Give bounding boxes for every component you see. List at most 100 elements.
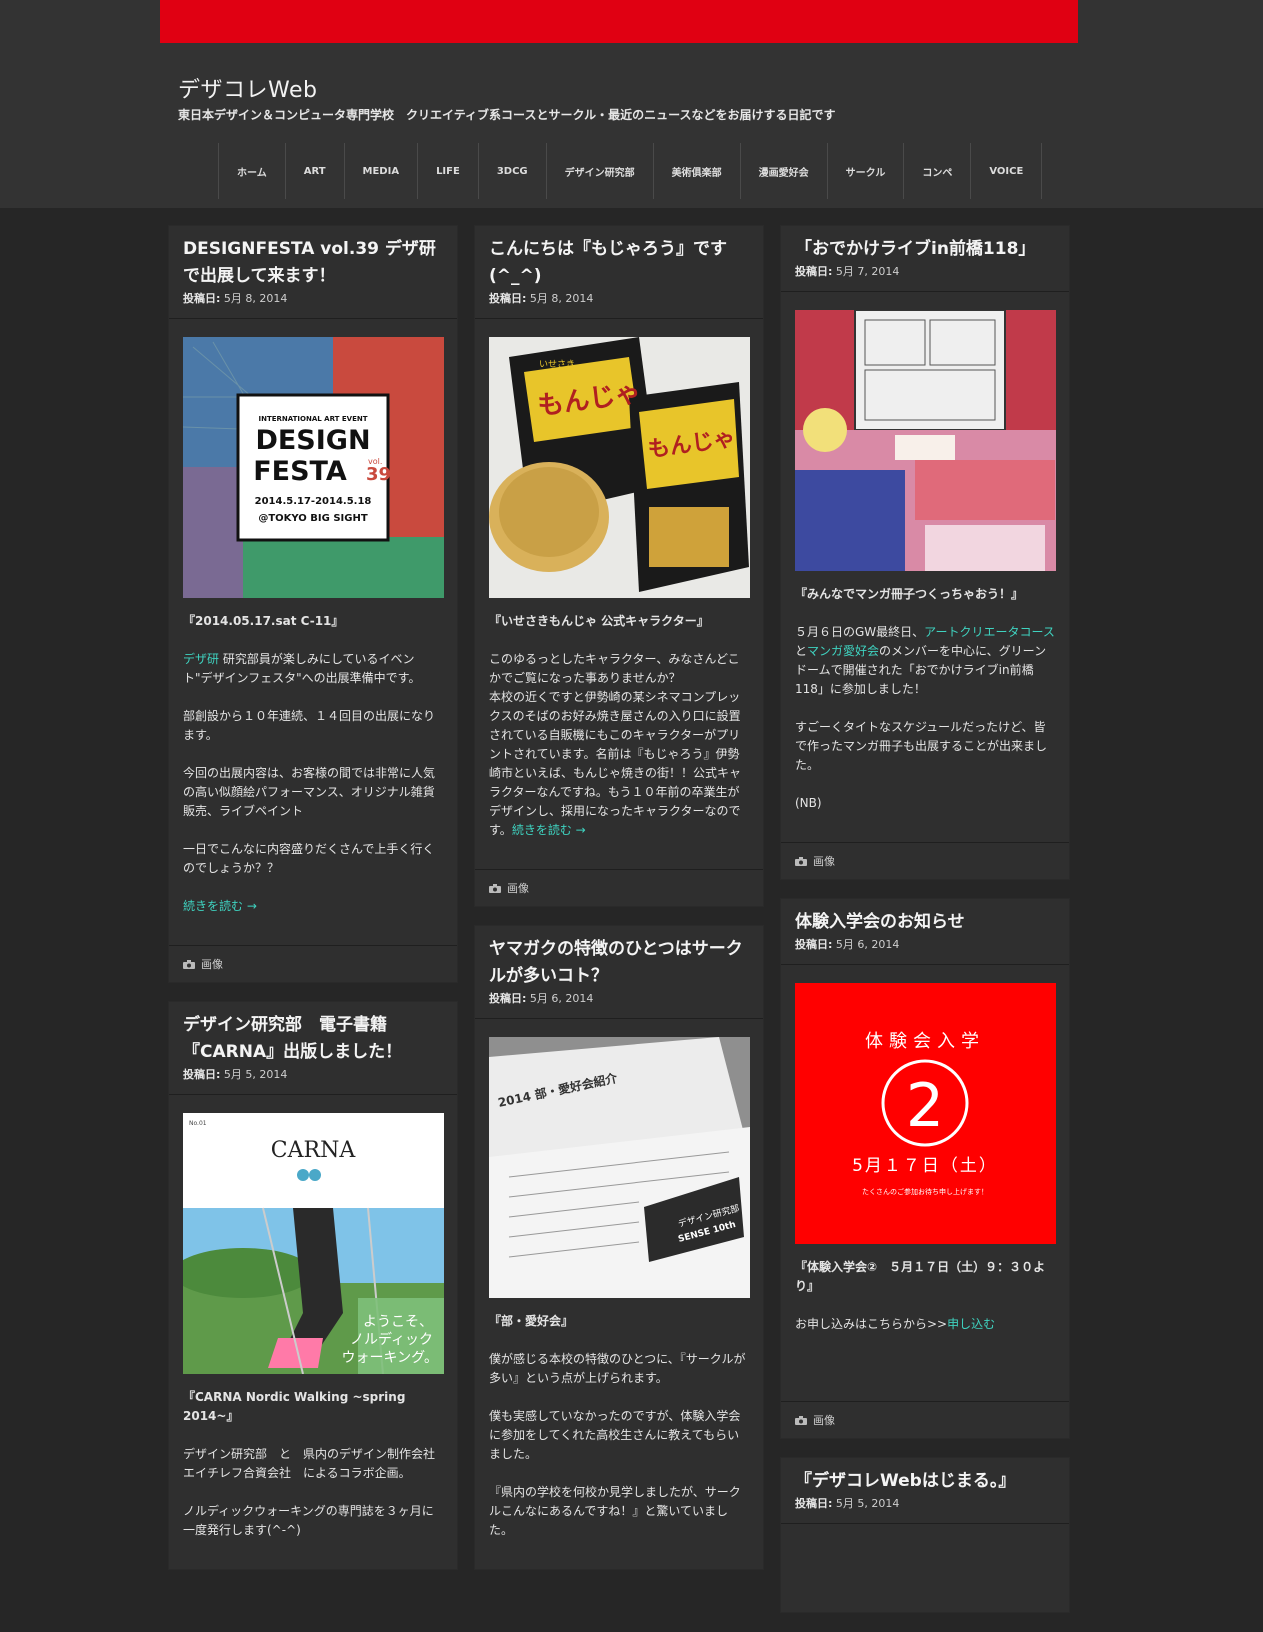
- post-card: こんにちは『もじゃろう』です(^_^) 投稿日: 5月 8, 2014 もんじゃ…: [475, 226, 763, 906]
- monja-package-image[interactable]: もんじゃ もんじゃ いせさき: [489, 337, 750, 598]
- site-description: 東日本デザイン＆コンピュータ専門学校 クリエイティブ系コースとサークル・最近のニ…: [178, 108, 836, 122]
- svg-text:2: 2: [906, 1071, 944, 1141]
- art-creator-course-link[interactable]: アートクリエータコース: [924, 625, 1055, 639]
- svg-text:ようこそ、: ようこそ、: [363, 1314, 433, 1330]
- nav-item-design-club[interactable]: デザイン研究部: [547, 143, 654, 199]
- post-paragraph: 『県内の学校を何校か見学しましたが、サークルこんなにあるんですね！』と驚いていま…: [489, 1485, 741, 1537]
- post-title[interactable]: 体験入学会のお知らせ: [795, 909, 1055, 936]
- svg-text:体験会入学: 体験会入学: [865, 1031, 985, 1052]
- camera-icon: [795, 856, 807, 866]
- post-paragraph: 僕が感じる本校の特徴のひとつに、『サークルが多い』という点が上げられます。: [489, 1352, 746, 1385]
- post-lead: 『CARNA Nordic Walking ~spring 2014~』: [183, 1390, 406, 1423]
- post-title[interactable]: 「おでかけライブin前橋118」: [795, 236, 1055, 263]
- post-card: 体験入学会のお知らせ 投稿日: 5月 6, 2014 体験会入学 2 5月１７日…: [781, 899, 1069, 1438]
- post-paragraph: すごーくタイトなスケジュールだったけど、皆で作ったマンガ冊子も出展することが出来…: [795, 720, 1048, 772]
- post-paragraph: デザ研 研究部員が楽しみにしているイベント"デザインフェスタ"への出展準備中です…: [183, 652, 421, 685]
- svg-text:いせさき: いせさき: [539, 359, 575, 370]
- nav-item-contest[interactable]: コンペ: [904, 143, 972, 199]
- nav-item-voice[interactable]: VOICE: [971, 143, 1043, 199]
- manga-club-link[interactable]: マンガ愛好会: [807, 644, 879, 658]
- svg-text:FESTA: FESTA: [253, 456, 347, 487]
- svg-text:たくさんのご参加お待ち申し上げます！: たくさんのご参加お待ち申し上げます！: [862, 1187, 988, 1196]
- nav-item-life[interactable]: LIFE: [418, 143, 479, 199]
- post-date: 投稿日: 5月 7, 2014: [795, 265, 900, 278]
- carna-cover-image[interactable]: CARNA No.01 ようこそ、 ノルディック ウォーキング。: [183, 1113, 444, 1374]
- post-paragraph: 今回の出展内容は、お客様の間では非常に人気の高い似顔絵パフォーマンス、オリジナル…: [183, 766, 436, 818]
- post-card: DESIGNFESTA vol.39 デザ研で出展して来ます！ 投稿日: 5月 …: [169, 226, 457, 982]
- post-title[interactable]: デザイン研究部 電子書籍『CARNA』出版しました！: [183, 1012, 443, 1066]
- post-date: 投稿日: 5月 5, 2014: [183, 1068, 288, 1081]
- post-format-footer: 画像: [169, 945, 457, 982]
- post-lead: 『部・愛好会』: [489, 1314, 574, 1328]
- apply-link[interactable]: 申し込む: [947, 1317, 995, 1331]
- design-club-link[interactable]: デザ研: [183, 652, 219, 666]
- camera-icon: [795, 1415, 807, 1425]
- post-date: 投稿日: 5月 5, 2014: [795, 1497, 900, 1510]
- post-card: 『デザコレWebはじまる。』 投稿日: 5月 5, 2014: [781, 1458, 1069, 1612]
- post-column-2: こんにちは『もじゃろう』です(^_^) 投稿日: 5月 8, 2014 もんじゃ…: [475, 226, 763, 1589]
- read-more-link[interactable]: 続きを読む →: [512, 823, 586, 837]
- main-navigation: ホーム ART MEDIA LIFE 3DCG デザイン研究部 美術俱楽部 漫画…: [218, 143, 1043, 199]
- nav-item-art[interactable]: ART: [286, 143, 345, 199]
- nav-item-manga-club[interactable]: 漫画愛好会: [741, 143, 828, 199]
- svg-text:2014.5.17-2014.5.18: 2014.5.17-2014.5.18: [255, 496, 372, 507]
- post-column-1: DESIGNFESTA vol.39 デザ研で出展して来ます！ 投稿日: 5月 …: [169, 226, 457, 1589]
- post-date: 投稿日: 5月 8, 2014: [489, 292, 594, 305]
- nav-item-art-club[interactable]: 美術俱楽部: [654, 143, 741, 199]
- post-date: 投稿日: 5月 6, 2014: [489, 992, 594, 1005]
- design-festa-poster-image[interactable]: INTERNATIONAL ART EVENT DESIGN FESTA vol…: [183, 337, 444, 598]
- svg-text:39: 39: [366, 464, 391, 485]
- post-lead: 『2014.05.17.sat C-11』: [183, 614, 344, 628]
- svg-text:ノルディック: ノルディック: [350, 1331, 433, 1348]
- open-campus-poster-image[interactable]: 体験会入学 2 5月１７日（土） たくさんのご参加お待ち申し上げます！: [795, 983, 1056, 1244]
- post-format-footer: 画像: [781, 1401, 1069, 1438]
- post-format-footer: 画像: [781, 842, 1069, 879]
- svg-text:INTERNATIONAL ART EVENT: INTERNATIONAL ART EVENT: [259, 415, 368, 423]
- nav-item-circle[interactable]: サークル: [828, 143, 905, 199]
- post-paragraph: 部創設から１０年連続、１４回目の出展になります。: [183, 709, 436, 742]
- post-paragraph: (NB): [795, 796, 822, 810]
- post-format-label[interactable]: 画像: [813, 853, 835, 869]
- camera-icon: [489, 883, 501, 893]
- post-card: 「おでかけライブin前橋118」 投稿日: 5月 7, 2014 『みんなでマン…: [781, 226, 1069, 879]
- site-title[interactable]: デザコレWeb: [178, 72, 317, 104]
- svg-text:ウォーキング。: ウォーキング。: [342, 1350, 438, 1366]
- brand-red-bar: [160, 0, 1078, 43]
- post-title[interactable]: こんにちは『もじゃろう』です(^_^): [489, 236, 749, 290]
- nav-item-media[interactable]: MEDIA: [345, 143, 419, 199]
- post-format-label[interactable]: 画像: [813, 1412, 835, 1428]
- post-paragraph: お申し込みはこちらから>>申し込む: [795, 1317, 996, 1331]
- post-format-label[interactable]: 画像: [201, 956, 223, 972]
- post-title[interactable]: DESIGNFESTA vol.39 デザ研で出展して来ます！: [183, 236, 443, 290]
- svg-text:CARNA: CARNA: [271, 1138, 357, 1163]
- svg-text:@TOKYO BIG SIGHT: @TOKYO BIG SIGHT: [258, 513, 367, 524]
- camera-icon: [183, 959, 195, 969]
- post-paragraph: デザイン研究部 と 県内のデザイン制作会社 エイチレフ合資会社 によるコラボ企画…: [183, 1447, 448, 1480]
- post-paragraph: ノルディックウォーキングの専門誌を３ヶ月に一度発行します(^-^): [183, 1504, 434, 1537]
- post-date: 投稿日: 5月 8, 2014: [183, 292, 288, 305]
- post-lead: 『みんなでマンガ冊子つくっちゃおう！』: [795, 587, 1024, 601]
- nav-item-home[interactable]: ホーム: [219, 143, 286, 199]
- post-card: ヤマガクの特徴のひとつはサークルが多いコト？ 投稿日: 5月 6, 2014 2…: [475, 926, 763, 1569]
- manga-booth-image[interactable]: [795, 310, 1056, 571]
- post-title[interactable]: ヤマガクの特徴のひとつはサークルが多いコト？: [489, 936, 749, 990]
- post-format-label[interactable]: 画像: [507, 880, 529, 896]
- post-paragraph: このゆるっとしたキャラクター、みなさんどこかでご覧になった事ありませんか？ 本校…: [489, 652, 742, 837]
- svg-text:No.01: No.01: [189, 1120, 207, 1127]
- post-lead: 『いせさきもんじゃ 公式キャラクター』: [489, 614, 709, 628]
- post-card: デザイン研究部 電子書籍『CARNA』出版しました！ 投稿日: 5月 5, 20…: [169, 1002, 457, 1569]
- post-lead: 『体験入学会② ５月１７日（土）９：３０より』: [795, 1260, 1046, 1293]
- post-column-3: 「おでかけライブin前橋118」 投稿日: 5月 7, 2014 『みんなでマン…: [781, 226, 1069, 1632]
- svg-text:5月１７日（土）: 5月１７日（土）: [852, 1156, 998, 1176]
- svg-text:DESIGN: DESIGN: [255, 425, 370, 456]
- post-paragraph: 僕も実感していなかったのですが、体験入学会に参加をしてくれた高校生さんに教えても…: [489, 1409, 741, 1461]
- read-more-link[interactable]: 続きを読む →: [183, 899, 257, 913]
- circle-flyers-image[interactable]: 2014 部・愛好会紹介 デザイン研究部 SENSE 10th: [489, 1037, 750, 1298]
- nav-item-3dcg[interactable]: 3DCG: [479, 143, 547, 199]
- post-paragraph: 一日でこんなに内容盛りだくさんで上手く行くのでしょうか？？: [183, 842, 435, 875]
- post-paragraph: ５月６日のGW最終日、アートクリエータコースとマンガ愛好会のメンバーを中心に、グ…: [795, 625, 1055, 696]
- post-format-footer: 画像: [475, 869, 763, 906]
- post-date: 投稿日: 5月 6, 2014: [795, 938, 900, 951]
- post-title[interactable]: 『デザコレWebはじまる。』: [795, 1468, 1055, 1495]
